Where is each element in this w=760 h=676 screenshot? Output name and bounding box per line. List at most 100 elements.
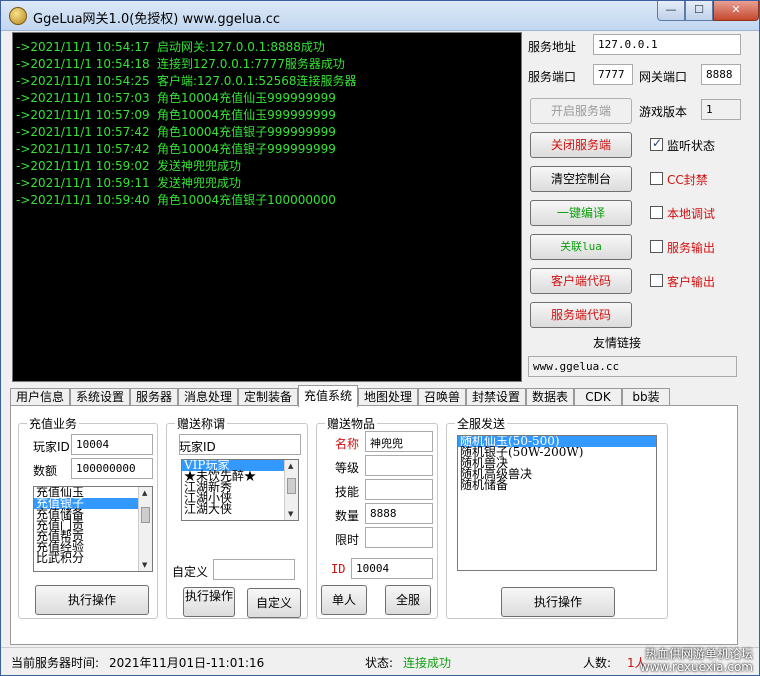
tab-custom-equipment[interactable]: 定制装备 xyxy=(238,388,298,406)
custom-title-label: 自定义 xyxy=(172,565,209,579)
minimize-button[interactable]: — xyxy=(657,1,685,21)
scroll-thumb[interactable] xyxy=(141,507,150,523)
connection-state-value: 连接成功 xyxy=(403,656,452,670)
item-count-input[interactable]: 8888 xyxy=(365,503,433,524)
console-line: ->2021/11/1 10:57:03 角色10004充值仙玉999999999 xyxy=(16,91,336,105)
tab-cdk[interactable]: CDK xyxy=(574,388,622,406)
item-level-input[interactable] xyxy=(365,455,433,476)
console-line: ->2021/11/1 10:57:42 角色10004充值银子999999999 xyxy=(16,142,336,156)
title-execute-button[interactable]: 执行操作 xyxy=(183,587,235,617)
maximize-button[interactable]: ☐ xyxy=(685,1,713,21)
close-window-button[interactable]: ✕ xyxy=(713,1,759,21)
cc-ban-checkbox[interactable] xyxy=(650,172,663,185)
connection-state-label: 状态: xyxy=(365,656,394,670)
list-item[interactable]: 随机储备 xyxy=(458,479,656,491)
server-address-input[interactable]: 127.0.0.1 xyxy=(593,34,741,55)
recharge-player-id-input[interactable]: 10004 xyxy=(71,434,153,455)
compile-button[interactable]: 一键编译 xyxy=(530,200,632,226)
console-line: ->2021/11/1 10:59:40 角色10004充值银子100000000 xyxy=(16,193,336,207)
broadcast-execute-button[interactable]: 执行操作 xyxy=(501,587,615,617)
item-skill-label: 技能 xyxy=(335,485,360,499)
recharge-amount-label: 数额 xyxy=(33,464,58,478)
local-debug-label: 本地调试 xyxy=(667,207,716,221)
custom-title-button[interactable]: 自定义 xyxy=(247,588,301,618)
cc-ban-label: CC封禁 xyxy=(667,173,708,187)
item-gift-group-title: 赠送物品 xyxy=(325,415,378,432)
gateway-port-input[interactable]: 8888 xyxy=(701,64,741,85)
recharge-type-list[interactable]: 充值仙玉 充值银子 充值储备 充值门贡 充值帮贡 充值经验 比武积分 ▲ ▼ xyxy=(33,486,153,572)
game-version-input[interactable]: 1 xyxy=(701,99,741,120)
recharge-player-id-label: 玩家ID xyxy=(33,440,70,454)
app-window: GgeLua网关1.0(免授权) www.ggelua.cc — ☐ ✕ ->2… xyxy=(0,0,760,676)
tab-ban-settings[interactable]: 封禁设置 xyxy=(466,388,526,406)
tab-user-info[interactable]: 用户信息 xyxy=(10,388,70,406)
window-title: GgeLua网关1.0(免授权) www.ggelua.cc xyxy=(33,12,281,27)
title-gift-group: 赠送称谓 玩家ID VIP玩家 ★未饮先醉★ 江湖新秀 江湖小侠 江湖大侠 ▲ … xyxy=(166,415,308,619)
scroll-down-icon[interactable]: ▼ xyxy=(288,510,293,518)
recharge-amount-input[interactable]: 100000000 xyxy=(71,458,153,479)
item-skill-input[interactable] xyxy=(365,479,433,500)
tab-message[interactable]: 消息处理 xyxy=(178,388,238,406)
console-line: ->2021/11/1 10:59:11 发送神兜兜成功 xyxy=(16,176,242,190)
server-output-label: 服务输出 xyxy=(667,241,716,255)
list-item[interactable]: 江湖大侠 xyxy=(182,503,298,515)
server-time-value: 2021年11月01日-11:01:16 xyxy=(109,656,265,670)
console-line: ->2021/11/1 10:54:17 启动网关:127.0.0.1:8888成… xyxy=(16,40,325,54)
recharge-list-scrollbar[interactable]: ▲ ▼ xyxy=(138,487,152,571)
item-name-input[interactable]: 神兜兜 xyxy=(365,431,433,452)
local-debug-checkbox[interactable] xyxy=(650,206,663,219)
server-port-input[interactable]: 7777 xyxy=(593,64,633,85)
tab-recharge[interactable]: 充值系统 xyxy=(298,385,358,407)
scroll-up-icon[interactable]: ▲ xyxy=(142,489,147,497)
tab-data-table[interactable]: 数据表 xyxy=(526,388,574,406)
console-line: ->2021/11/1 10:57:09 角色10004充值仙玉999999999 xyxy=(16,108,336,122)
scroll-down-icon[interactable]: ▼ xyxy=(142,561,147,569)
client-output-label: 客户输出 xyxy=(667,275,716,289)
client-code-button[interactable]: 客户端代码 xyxy=(530,268,632,294)
tab-system-settings[interactable]: 系统设置 xyxy=(70,388,130,406)
single-send-button[interactable]: 单人 xyxy=(321,585,367,615)
friend-link-label: 友情链接 xyxy=(593,336,642,350)
link-lua-button[interactable]: 关联lua xyxy=(530,234,632,260)
item-target-id-input[interactable]: 10004 xyxy=(351,558,433,579)
close-server-button[interactable]: 关闭服务端 xyxy=(530,132,632,158)
title-gift-group-title: 赠送称谓 xyxy=(175,415,228,432)
tab-bb-equipment[interactable]: bb装 xyxy=(622,388,670,406)
item-limit-input[interactable] xyxy=(365,527,433,548)
title-bar[interactable]: GgeLua网关1.0(免授权) www.ggelua.cc — ☐ ✕ xyxy=(1,1,759,31)
broadcast-reward-list[interactable]: 随机仙玉(50-500) 随机银子(50W-200W) 随机兽决 随机高级兽决 … xyxy=(457,435,657,571)
item-level-label: 等级 xyxy=(335,461,360,475)
game-version-label: 游戏版本 xyxy=(639,105,688,119)
item-gift-group: 赠送物品 名称 神兜兜 等级 技能 数量 8888 限时 ID 10004 单人… xyxy=(316,415,438,619)
tab-server[interactable]: 服务器 xyxy=(130,388,178,406)
console-line: ->2021/11/1 10:59:02 发送神兜兜成功 xyxy=(16,159,242,173)
server-output-checkbox[interactable] xyxy=(650,240,663,253)
client-output-checkbox[interactable] xyxy=(650,274,663,287)
custom-title-input[interactable] xyxy=(213,559,295,580)
app-logo-icon xyxy=(9,7,27,25)
tab-map[interactable]: 地图处理 xyxy=(358,388,418,406)
monitor-checkbox[interactable] xyxy=(650,136,663,151)
recharge-execute-button[interactable]: 执行操作 xyxy=(35,585,149,615)
server-time-label: 当前服务器时间: xyxy=(11,656,100,670)
tab-summon[interactable]: 召唤兽 xyxy=(418,388,466,406)
title-list-scrollbar[interactable]: ▲ ▼ xyxy=(284,460,298,520)
item-limit-label: 限时 xyxy=(335,533,360,547)
title-list[interactable]: VIP玩家 ★未饮先醉★ 江湖新秀 江湖小侠 江湖大侠 ▲ ▼ xyxy=(181,459,299,521)
title-player-id-input[interactable] xyxy=(179,434,301,455)
clear-console-button[interactable]: 清空控制台 xyxy=(530,166,632,192)
scroll-thumb[interactable] xyxy=(287,478,296,494)
friend-link-field[interactable]: www.ggelua.cc xyxy=(528,356,737,377)
scroll-up-icon[interactable]: ▲ xyxy=(288,462,293,470)
console-line: ->2021/11/1 10:57:42 角色10004充值银子999999999 xyxy=(16,125,336,139)
all-server-send-button[interactable]: 全服 xyxy=(385,585,431,615)
server-code-button[interactable]: 服务端代码 xyxy=(530,302,632,328)
server-address-label: 服务地址 xyxy=(528,40,577,54)
start-server-button[interactable]: 开启服务端 xyxy=(530,98,632,124)
broadcast-group: 全服发送 随机仙玉(50-500) 随机银子(50W-200W) 随机兽决 随机… xyxy=(446,415,668,619)
site-watermark: 热血供网游单机论坛 www.rexuexia.com xyxy=(639,647,753,674)
online-count-label: 人数: xyxy=(583,656,612,670)
console-output[interactable]: ->2021/11/1 10:54:17 启动网关:127.0.0.1:8888成… xyxy=(12,32,522,382)
status-bar: 当前服务器时间: 2021年11月01日-11:01:16 状态: 连接成功 人… xyxy=(1,647,759,675)
list-item[interactable]: 比武积分 xyxy=(34,552,152,564)
